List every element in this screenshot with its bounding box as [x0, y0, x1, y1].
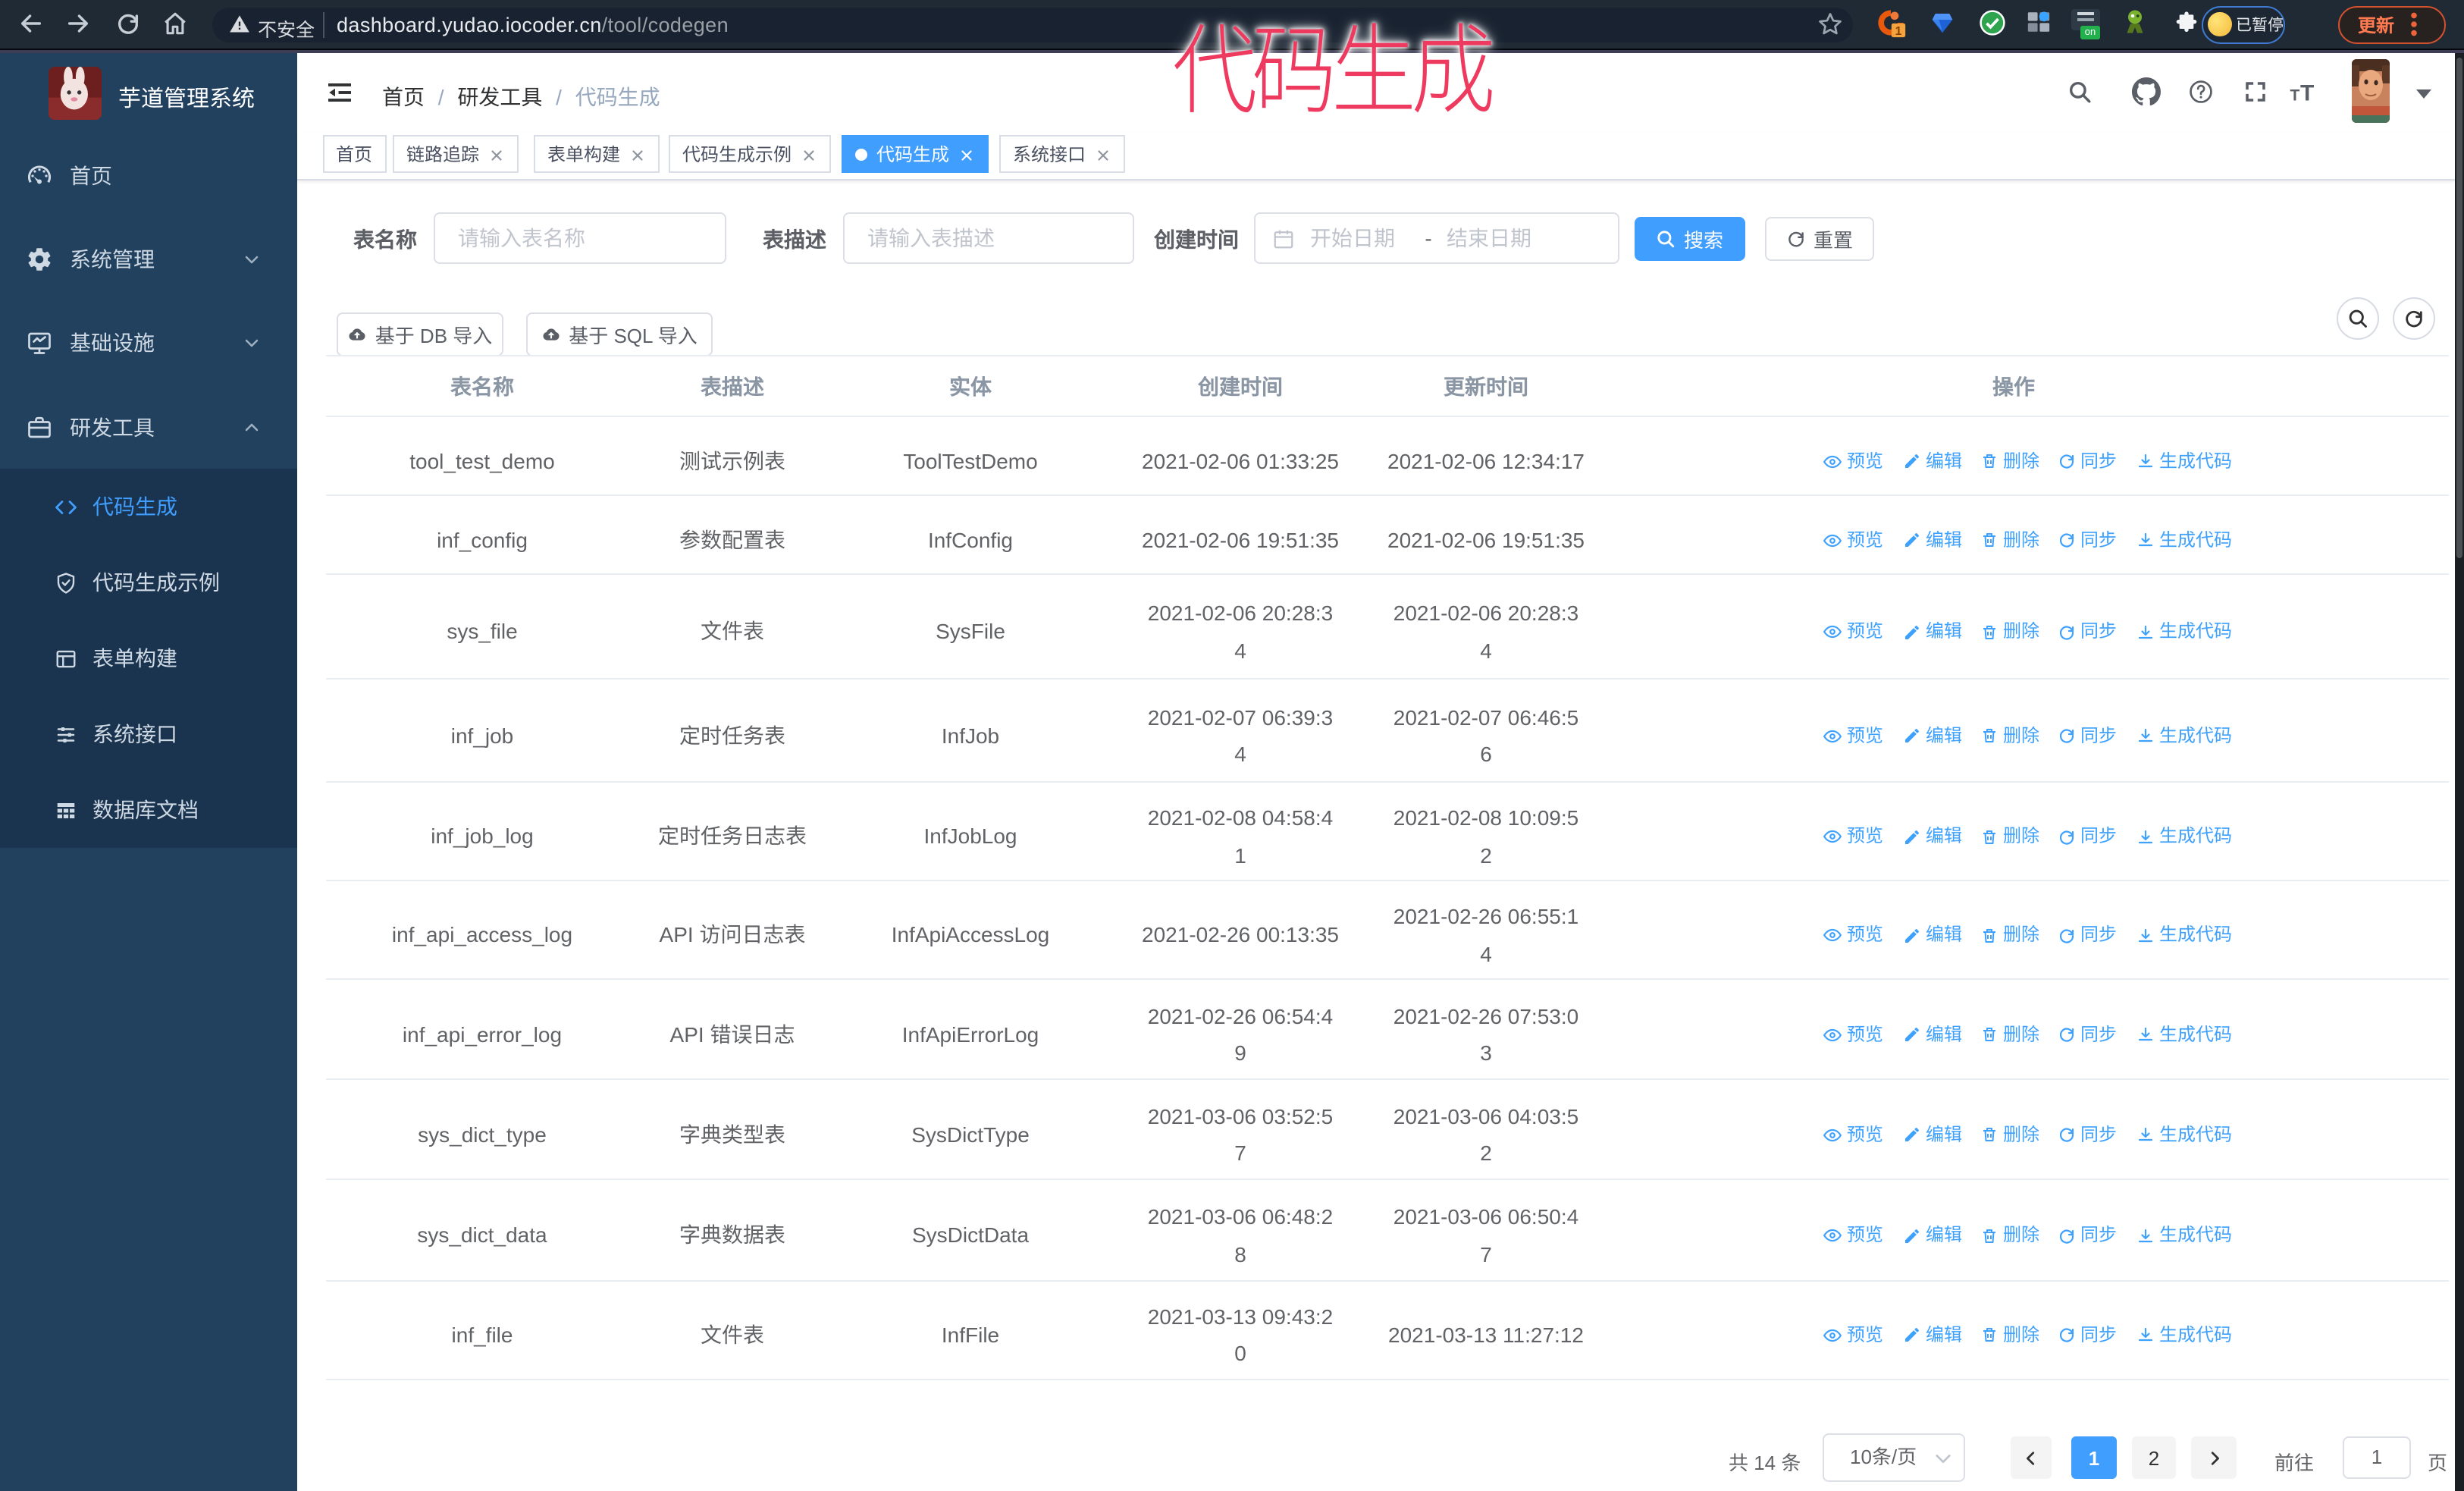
svg-text:T: T	[2300, 81, 2314, 106]
svg-text:1: 1	[1895, 25, 1902, 38]
svg-text:T: T	[2290, 87, 2300, 105]
